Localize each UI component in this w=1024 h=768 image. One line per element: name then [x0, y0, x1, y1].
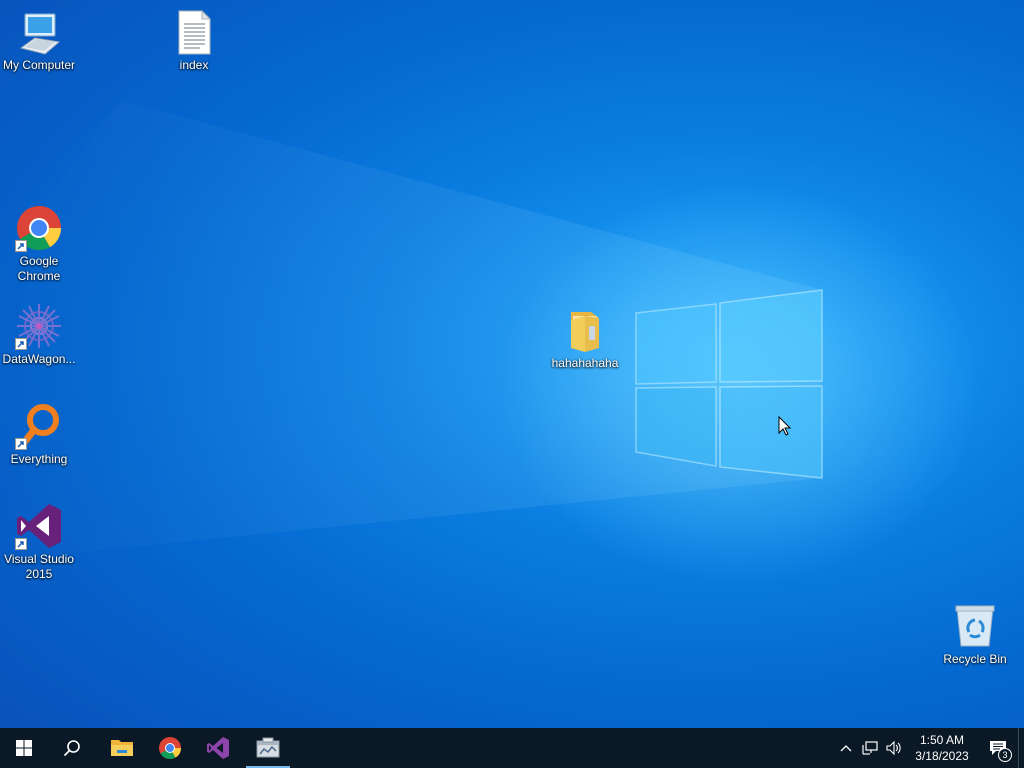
- file-explorer-icon: [111, 740, 133, 756]
- network-icon: [862, 741, 878, 755]
- desktop-icon-label: hahahahaha: [551, 356, 619, 370]
- taskbar-clock[interactable]: 1:50 AM 3/18/2023: [906, 728, 978, 768]
- action-center-button[interactable]: 3: [978, 728, 1018, 768]
- search-button[interactable]: [48, 728, 96, 768]
- search-icon: [63, 740, 80, 757]
- taskbar-app-window-button[interactable]: [244, 728, 292, 768]
- taskbar-chrome-button[interactable]: [146, 728, 194, 768]
- wallpaper-logo: [0, 100, 980, 585]
- clock-time: 1:50 AM: [919, 733, 965, 747]
- clock-date: 3/18/2023: [915, 749, 969, 763]
- show-desktop-button[interactable]: [1018, 728, 1024, 768]
- everything-search-icon: [15, 402, 63, 450]
- desktop-icon-google-chrome[interactable]: Google Chrome: [0, 204, 79, 284]
- speaker-icon: [886, 741, 901, 755]
- taskbar: 1:50 AM 3/18/2023 3: [0, 728, 1024, 768]
- chevron-up-icon: [840, 745, 852, 752]
- desktop-icon-index[interactable]: index: [154, 8, 234, 73]
- shortcut-arrow-icon: [15, 338, 27, 350]
- desktop-icon-datawagon[interactable]: DataWagon...: [0, 302, 79, 367]
- desktop-icon-label: index: [179, 58, 209, 72]
- chrome-icon: [159, 737, 182, 760]
- desktop-icon-label: My Computer: [2, 58, 76, 72]
- show-hidden-icons-button[interactable]: [834, 728, 858, 768]
- desktop-icon-label: Recycle Bin: [943, 652, 1007, 666]
- desktop-icon-recycle-bin[interactable]: Recycle Bin: [935, 602, 1015, 667]
- start-button[interactable]: [0, 728, 48, 768]
- mouse-cursor-icon: [778, 416, 792, 436]
- shortcut-arrow-icon: [15, 438, 27, 450]
- desktop-icon-everything[interactable]: Everything: [0, 402, 79, 467]
- chrome-icon: [15, 204, 63, 252]
- volume-button[interactable]: [882, 728, 906, 768]
- desktop-icon-folder-hahahahaha[interactable]: hahahahaha: [545, 306, 625, 371]
- folder-icon: [561, 306, 609, 354]
- desktop-icon-label: Visual Studio 2015: [4, 552, 74, 581]
- datawagon-icon: [15, 302, 63, 350]
- text-file-icon: [170, 8, 218, 56]
- desktop-icon-label: Google Chrome: [17, 254, 61, 283]
- visual-studio-icon: [15, 502, 63, 550]
- desktop-icon-label: Everything: [10, 452, 68, 466]
- desktop-icon-visual-studio[interactable]: Visual Studio 2015: [0, 502, 79, 582]
- network-button[interactable]: [858, 728, 882, 768]
- desktop-icon-my-computer[interactable]: My Computer: [0, 8, 79, 73]
- file-explorer-button[interactable]: [98, 728, 146, 768]
- app-window-icon: [256, 737, 280, 758]
- recycle-bin-icon: [951, 602, 999, 650]
- system-tray: 1:50 AM 3/18/2023 3: [834, 728, 1024, 768]
- visual-studio-icon: [207, 737, 229, 759]
- taskbar-visual-studio-button[interactable]: [194, 728, 242, 768]
- shortcut-arrow-icon: [15, 240, 27, 252]
- start-icon: [16, 740, 32, 756]
- shortcut-arrow-icon: [15, 538, 27, 550]
- desktop-icon-label: DataWagon...: [2, 352, 76, 366]
- computer-icon: [15, 8, 63, 56]
- notification-count-badge: 3: [998, 748, 1012, 762]
